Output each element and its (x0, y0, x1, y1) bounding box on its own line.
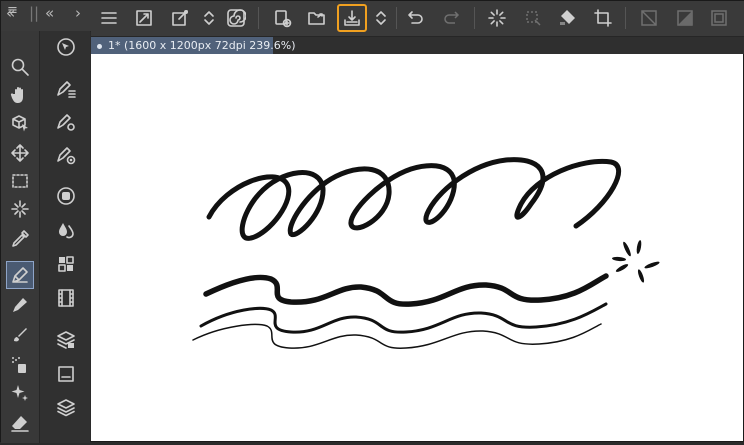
toolbar-separator (474, 7, 475, 29)
toolbar-separator (258, 7, 259, 29)
zoom-icon[interactable] (6, 53, 34, 81)
move-icon[interactable] (6, 139, 34, 167)
pen-icon[interactable] (6, 261, 34, 289)
layer-stack-icon[interactable] (53, 394, 79, 420)
loading-spinner-icon[interactable] (485, 6, 509, 30)
droplets-icon[interactable] (53, 217, 79, 243)
spray-icon[interactable] (6, 351, 34, 379)
rotate-view-icon[interactable] (53, 34, 79, 60)
chevron-updown-icon[interactable] (197, 6, 221, 30)
starburst-icon (612, 240, 660, 283)
panel-icon[interactable] (53, 361, 79, 387)
layer-circle-icon[interactable] (53, 183, 79, 209)
marquee-icon[interactable] (6, 167, 34, 195)
menu-icon[interactable] (97, 6, 121, 30)
pen-list-icon[interactable] (53, 76, 79, 102)
spiral-stroke (206, 157, 622, 241)
drawing-canvas[interactable] (91, 54, 743, 441)
redo-icon[interactable] (439, 6, 463, 30)
wave-stroke-1 (203, 273, 609, 307)
frame-icon[interactable] (707, 6, 731, 30)
collapse-divider: || (29, 4, 40, 22)
brush-settings-icon[interactable] (168, 6, 192, 30)
eyedropper-icon[interactable] (6, 225, 34, 253)
eraser-icon[interactable] (6, 409, 34, 437)
hand-icon[interactable] (6, 81, 34, 109)
undo-icon[interactable] (404, 6, 428, 30)
wave-stroke-2 (199, 302, 608, 334)
grid-icon[interactable] (53, 251, 79, 277)
fullscreen-icon[interactable] (132, 6, 156, 30)
collapse-left-2-button[interactable]: « (45, 5, 54, 21)
pen-settings-icon[interactable] (53, 109, 79, 135)
command-bar (91, 1, 744, 37)
pen-target-icon[interactable] (53, 142, 79, 168)
open-folder-icon[interactable] (305, 6, 329, 30)
toolbar-separator (625, 7, 626, 29)
film-icon[interactable] (53, 285, 79, 311)
spiral-icon[interactable] (224, 6, 248, 30)
unsaved-dot-icon (97, 43, 102, 49)
toolbar-separator (396, 7, 397, 29)
object-select-icon[interactable] (6, 109, 34, 137)
magic-wand-icon[interactable] (6, 195, 34, 223)
chevron-updown-icon-2[interactable] (369, 6, 393, 30)
tool-palette: ≡ (1, 3, 40, 443)
marker-icon[interactable] (6, 291, 34, 319)
brush-icon[interactable] (6, 321, 34, 349)
new-file-icon[interactable] (271, 6, 295, 30)
canvas-artwork (192, 157, 660, 349)
sub-tool-palette (40, 31, 90, 443)
sparkle-icon[interactable] (6, 379, 34, 407)
export-icon[interactable] (337, 4, 367, 32)
app-window: « || « › ≡ 1* (1600 x 1200px 72dpi 239.6… (0, 0, 744, 443)
crop-icon[interactable] (591, 6, 615, 30)
clear-layer-icon[interactable] (637, 6, 661, 30)
layers-3d-icon[interactable] (53, 327, 79, 353)
gradient-icon[interactable] (673, 6, 697, 30)
tool-palette-menu-icon[interactable]: ≡ (7, 3, 18, 18)
fill-bucket-icon[interactable] (556, 6, 580, 30)
expand-right-button[interactable]: › (75, 5, 81, 21)
document-tab[interactable]: 1* (1600 x 1200px 72dpi 239.6%) (91, 37, 296, 54)
document-tab-label: 1* (1600 x 1200px 72dpi 239.6%) (108, 39, 296, 52)
transform-selection-icon[interactable] (521, 6, 545, 30)
